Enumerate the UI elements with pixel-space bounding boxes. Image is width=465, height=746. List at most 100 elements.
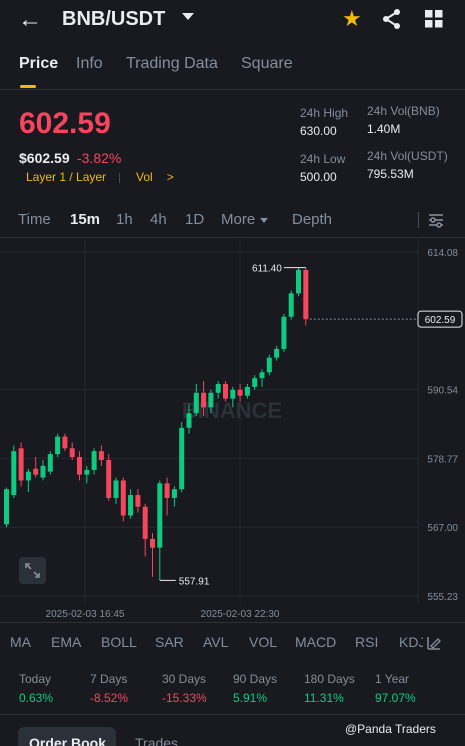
indicator-rsi[interactable]: RSI — [355, 634, 378, 650]
candle-body — [11, 451, 17, 496]
chart-settings-icon[interactable] — [428, 212, 444, 228]
candle-body — [288, 293, 294, 317]
x-tick-label: 2025-02-03 16:45 — [46, 609, 125, 620]
candle-body — [201, 392, 207, 408]
candle-body — [157, 483, 163, 548]
low-label: 24h Low — [300, 152, 346, 166]
share-icon[interactable] — [381, 8, 403, 30]
divider — [0, 714, 465, 715]
tab-square[interactable]: Square — [241, 55, 293, 73]
indicator-vol[interactable]: VOL — [249, 634, 277, 650]
last-price: 602.59 — [19, 107, 111, 140]
candle-body — [244, 386, 250, 396]
candle-body — [259, 372, 265, 379]
candle-body — [274, 348, 280, 358]
low-value: 500.00 — [300, 170, 337, 184]
chevron-right-icon: > — [166, 170, 174, 184]
candle-body — [84, 469, 90, 475]
chevron-down-icon[interactable] — [182, 13, 194, 20]
tf-4h[interactable]: 4h — [150, 211, 167, 228]
indicator-ema[interactable]: EMA — [51, 634, 81, 650]
price-change: -3.82% — [77, 150, 122, 166]
low-marker-label: 557.91 — [179, 576, 210, 587]
candle-body — [171, 489, 177, 498]
candle-body — [266, 357, 272, 373]
perf-label: 30 Days — [162, 672, 207, 686]
y-tick-label: 614.08 — [427, 248, 458, 259]
more-caret-icon[interactable] — [260, 218, 268, 223]
y-tick-label: 590.54 — [427, 386, 458, 397]
indicator-kdj[interactable]: KDJ — [399, 634, 423, 650]
divider — [0, 622, 465, 623]
perf-value: 97.07% — [375, 691, 416, 705]
candle-body — [142, 506, 148, 539]
perf-value: 11.31% — [304, 691, 344, 705]
candle-body — [62, 436, 68, 449]
candle-body — [47, 454, 53, 472]
vol-bnb-value: 1.40M — [367, 122, 401, 136]
tf-15m[interactable]: 15m — [70, 211, 100, 228]
last-price-axis-label: 602.59 — [425, 315, 456, 326]
perf-value: 5.91% — [233, 691, 268, 705]
candle-body — [208, 392, 214, 408]
perf-value: 0.63% — [19, 691, 54, 705]
x-axis: 2025-02-03 16:45 2025-02-03 22:30 — [46, 609, 280, 620]
tf-1d[interactable]: 1D — [185, 211, 204, 228]
perf-label: 7 Days — [90, 672, 128, 686]
tab-price[interactable]: Price — [19, 55, 58, 73]
vol-tag[interactable]: Vol > — [136, 170, 174, 184]
expand-chart-button[interactable] — [19, 557, 46, 584]
tf-time[interactable]: Time — [18, 211, 51, 228]
top-bar: ← BNB/USDT ★ — [0, 0, 465, 40]
tab-trading-data[interactable]: Trading Data — [126, 55, 218, 73]
perf-label: Today — [19, 672, 52, 686]
candlestick-chart[interactable]: BINANCE 602.59611.40557.91 614.08590.545… — [0, 238, 465, 623]
tab-trades[interactable]: Trades — [125, 727, 195, 746]
tf-1h[interactable]: 1h — [116, 211, 133, 228]
high-marker-label: 611.40 — [252, 264, 282, 275]
star-icon[interactable]: ★ — [342, 6, 362, 32]
y-tick-label: 567.00 — [427, 523, 458, 534]
indicator-avl[interactable]: AVL — [203, 634, 228, 650]
high-label: 24h High — [300, 106, 349, 120]
candle-body — [296, 270, 301, 294]
candle-body — [106, 459, 112, 498]
back-arrow-icon[interactable]: ← — [18, 6, 42, 34]
y-tick-label: 555.23 — [427, 592, 458, 603]
candle-body — [25, 471, 31, 481]
tab-info[interactable]: Info — [76, 55, 103, 73]
candle-body — [215, 383, 221, 393]
grid-icon[interactable] — [425, 10, 443, 28]
candles — [4, 267, 309, 581]
indicator-macd[interactable]: MACD — [295, 634, 336, 650]
tag-divider — [119, 173, 120, 183]
edit-indicators-icon[interactable] — [426, 635, 442, 651]
candle-body — [128, 495, 134, 516]
chart-overlays: 602.59 611.40 557.91 — [159, 264, 463, 587]
candle-body — [223, 383, 228, 399]
candle-body — [77, 457, 82, 475]
candle-body — [40, 465, 46, 478]
timeframe-bar: Time 15m 1h 4h 1D More Depth — [0, 208, 465, 232]
x-tick-label: 2025-02-03 22:30 — [201, 609, 280, 620]
indicator-bar: MA EMA BOLL SAR AVL VOL MACD RSI KDJ — [0, 632, 465, 654]
main-tabs: Price Info Trading Data Square — [0, 50, 465, 90]
category-tag[interactable]: Layer 1 / Layer — [26, 170, 106, 184]
high-value: 630.00 — [300, 124, 337, 138]
candle-body — [237, 389, 243, 396]
indicator-boll[interactable]: BOLL — [101, 634, 137, 650]
vol-tag-label: Vol — [136, 170, 153, 184]
indicator-ma[interactable]: MA — [10, 634, 31, 650]
y-axis: 614.08 590.54 578.77 567.00 555.23 — [427, 248, 458, 603]
divider — [0, 89, 465, 90]
candle-body — [252, 378, 258, 387]
indicator-sar[interactable]: SAR — [155, 634, 184, 650]
pair-title[interactable]: BNB/USDT — [62, 8, 165, 31]
perf-value: -15.33% — [162, 691, 207, 705]
candle-body — [303, 270, 309, 320]
y-tick-label: 578.77 — [427, 454, 458, 465]
expand-icon — [25, 563, 40, 578]
tf-more[interactable]: More — [221, 211, 255, 228]
tf-depth[interactable]: Depth — [292, 211, 332, 228]
tab-order-book[interactable]: Order Book — [18, 727, 116, 746]
